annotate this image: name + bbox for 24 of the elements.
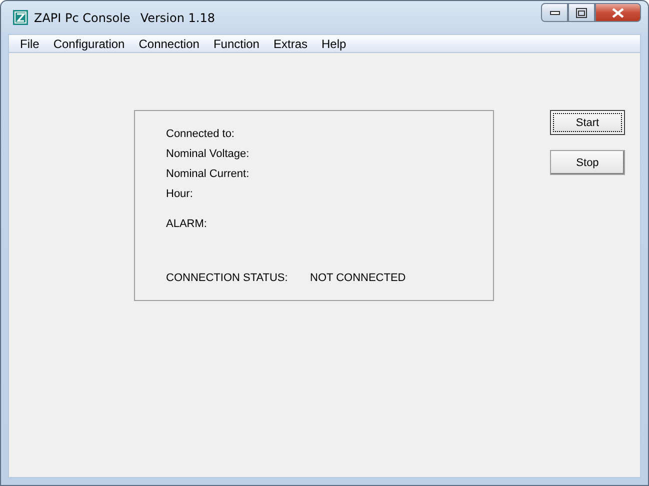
close-icon — [612, 8, 624, 18]
menu-item[interactable]: Help — [314, 36, 354, 50]
version-label: Version 1.18 — [140, 10, 215, 24]
field-label: Nominal Voltage: — [166, 147, 250, 162]
minimize-icon — [550, 10, 560, 14]
menu-item[interactable]: Configuration — [46, 36, 132, 50]
window-title: ZAPI Pc Console — [34, 10, 130, 24]
status-value: NOT CONNECTED — [310, 271, 406, 286]
field-label: Connected to: — [166, 127, 236, 142]
start-button[interactable]: Start — [550, 110, 625, 135]
status-label: CONNECTION STATUS: — [166, 271, 289, 286]
menu-item[interactable]: Function — [206, 36, 266, 50]
menu-item[interactable]: Extras — [266, 36, 314, 50]
stop-button[interactable]: Stop — [550, 150, 625, 175]
maximize-icon — [576, 8, 587, 18]
maximize-button[interactable] — [568, 3, 595, 22]
alarm-label: ALARM: — [166, 217, 208, 232]
minimize-button[interactable] — [541, 3, 568, 22]
app-logo-icon — [13, 10, 28, 25]
field-label: Hour: — [166, 187, 194, 202]
menu-item[interactable]: Connection — [132, 36, 206, 50]
close-button[interactable] — [595, 3, 641, 22]
field-label: Nominal Current: — [166, 167, 250, 182]
menu-item[interactable]: File — [13, 36, 46, 50]
